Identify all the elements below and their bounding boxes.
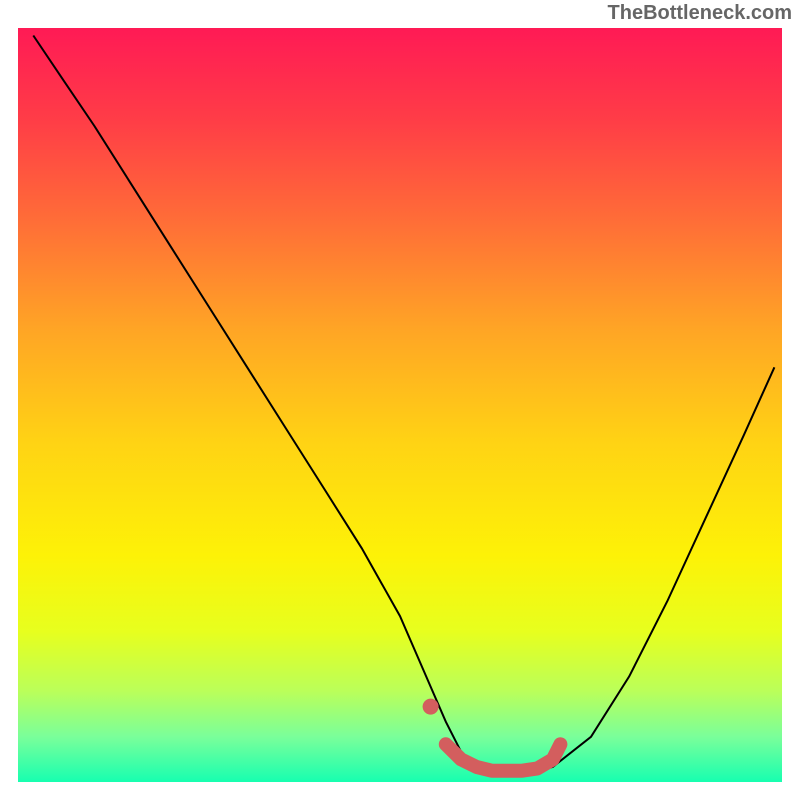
plot-background xyxy=(18,28,782,782)
chart-container: TheBottleneck.com xyxy=(0,0,800,800)
highlight-start-dot xyxy=(423,699,439,715)
watermark-text: TheBottleneck.com xyxy=(608,2,792,25)
chart-svg xyxy=(0,0,800,800)
